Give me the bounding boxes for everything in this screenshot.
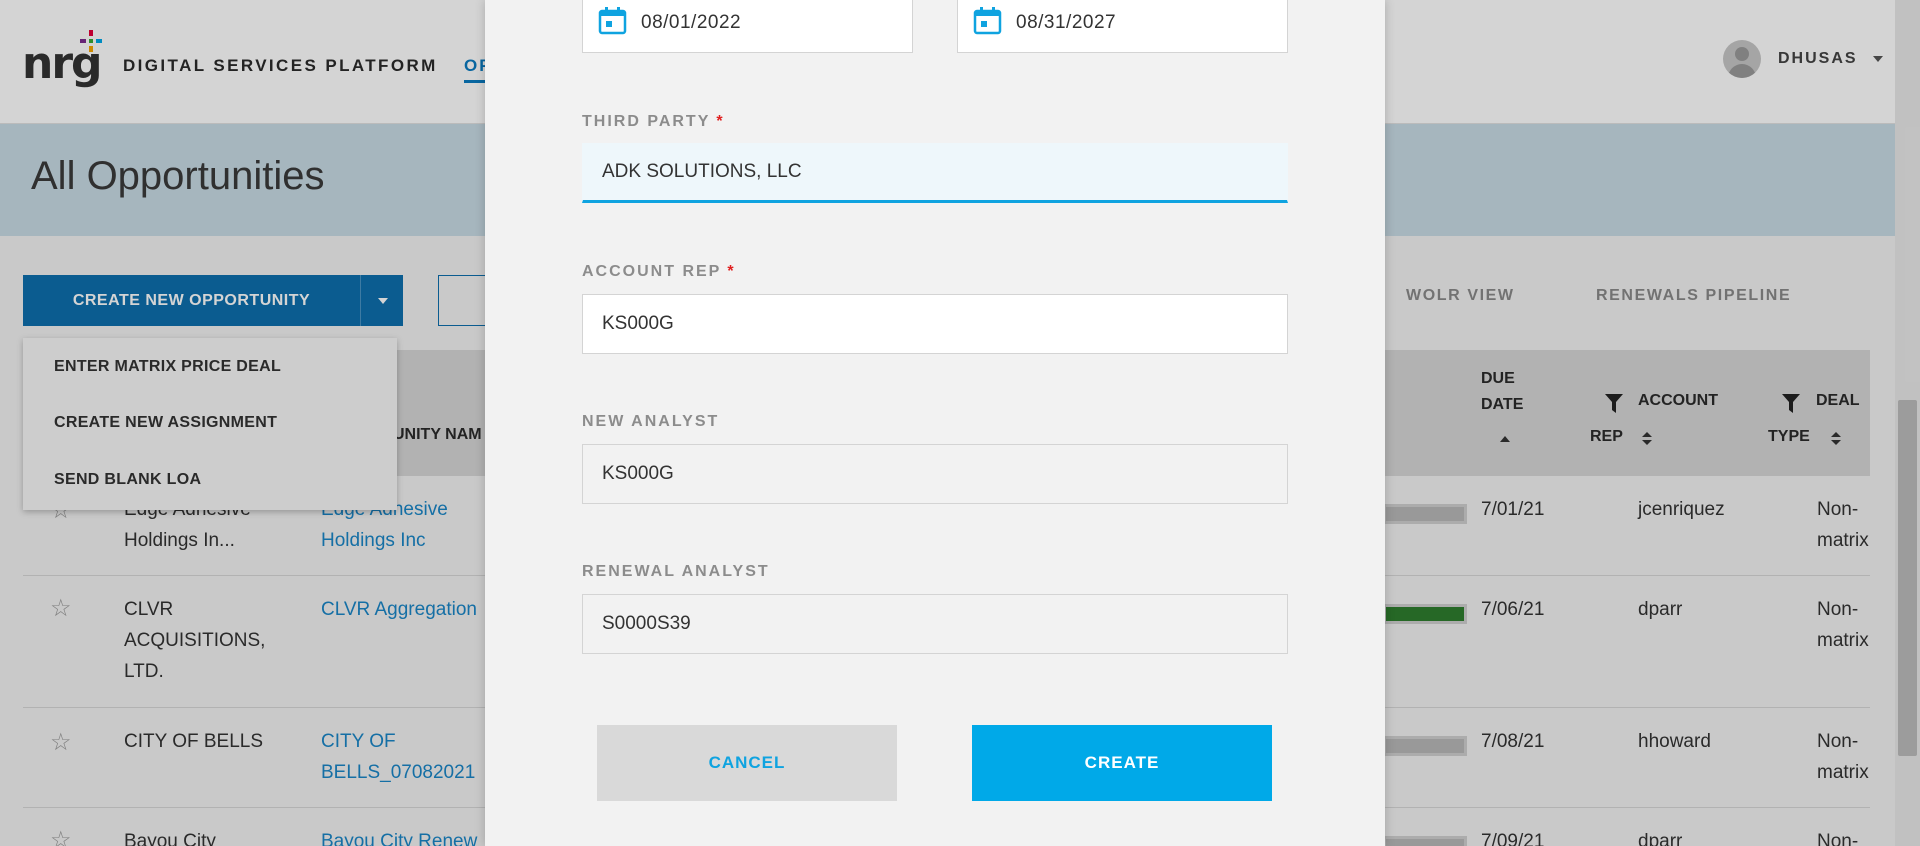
account-rep-label: ACCOUNT REP * — [582, 263, 736, 281]
calendar-icon[interactable] — [598, 6, 627, 35]
end-date-value: 08/31/2027 — [1016, 12, 1117, 33]
cancel-button[interactable]: CANCEL — [597, 725, 897, 801]
new-analyst-input[interactable]: KS000G — [582, 444, 1288, 504]
create-button[interactable]: CREATE — [972, 725, 1272, 801]
account-rep-input[interactable]: KS000G — [582, 294, 1288, 354]
third-party-label-text: THIRD PARTY — [582, 113, 711, 130]
third-party-label: THIRD PARTY * — [582, 113, 725, 131]
create-opportunity-modal: 08/01/2022 08/31/2027 THIRD PARTY * ADK S… — [485, 0, 1385, 846]
start-date-value: 08/01/2022 — [641, 12, 742, 33]
calendar-icon[interactable] — [973, 6, 1002, 35]
new-analyst-label: NEW ANALYST — [582, 413, 720, 430]
start-date-field[interactable]: 08/01/2022 — [582, 0, 913, 53]
required-marker: * — [716, 113, 725, 130]
third-party-input[interactable]: ADK SOLUTIONS, LLC — [582, 143, 1288, 203]
end-date-field[interactable]: 08/31/2027 — [957, 0, 1288, 53]
renewal-analyst-label: RENEWAL ANALYST — [582, 563, 770, 580]
account-rep-label-text: ACCOUNT REP — [582, 263, 722, 280]
renewal-analyst-input[interactable]: S0000S39 — [582, 594, 1288, 654]
required-marker: * — [727, 263, 736, 280]
